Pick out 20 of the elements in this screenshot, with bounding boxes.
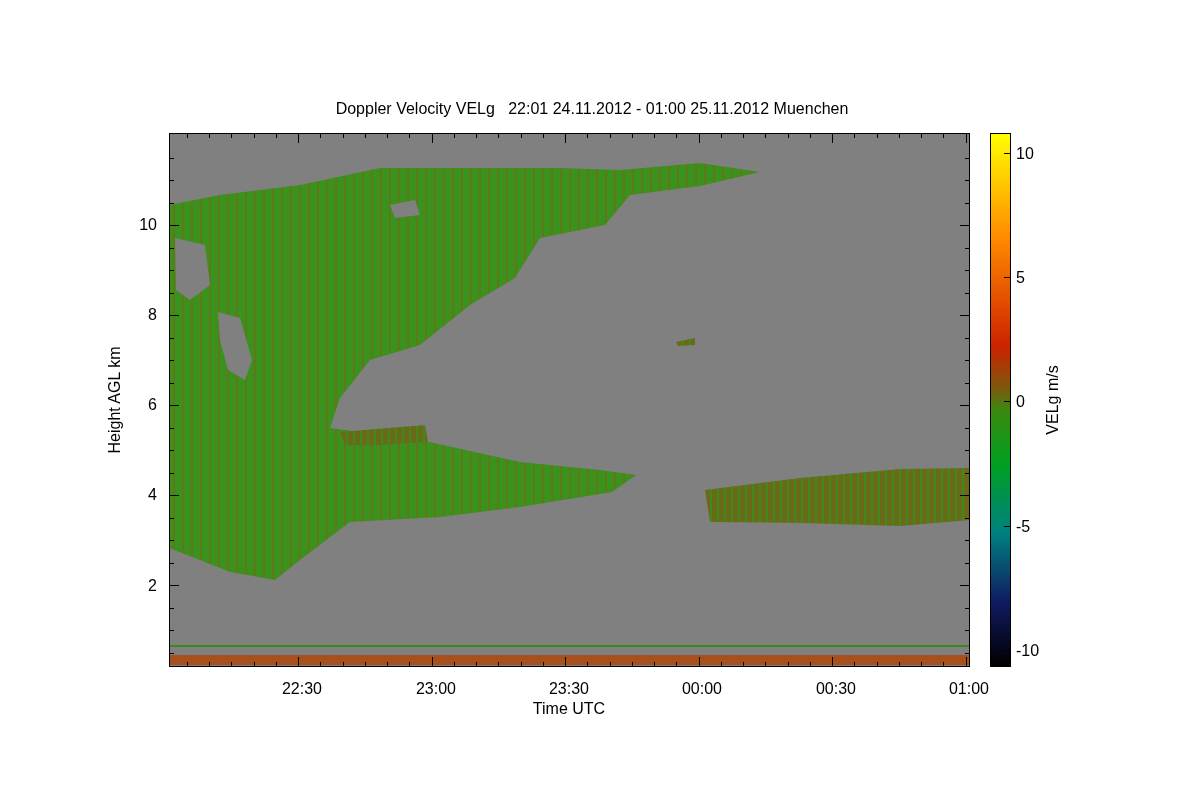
colorbar-tick-label: 5	[1016, 269, 1025, 286]
y-tick-label: 4	[148, 486, 157, 503]
y-tick-label: 10	[139, 216, 157, 233]
colorbar-tick-label: 0	[1016, 393, 1025, 410]
colorbar-tick-label: -5	[1016, 518, 1031, 535]
colorbar-label: VELg m/s	[1044, 365, 1061, 435]
x-tick-label: 00:30	[816, 680, 856, 697]
x-tick-label: 01:00	[949, 680, 989, 697]
y-tick-label: 2	[148, 577, 157, 594]
colorbar-tick-label: 10	[1016, 145, 1034, 162]
y-axis-label: Height AGL km	[106, 346, 123, 454]
x-tick-label: 23:30	[549, 680, 589, 697]
x-tick-label: 22:30	[282, 680, 322, 697]
x-tick-label: 00:00	[682, 680, 722, 697]
plot-title: Doppler Velocity VELg 22:01 24.11.2012 - 01:00 25.11.2012 Muenchen	[335, 100, 849, 117]
x-axis-label: Time UTC	[532, 700, 606, 717]
y-tick-label: 8	[148, 306, 157, 323]
x-tick-label: 23:00	[416, 680, 456, 697]
y-tick-label: 6	[148, 396, 157, 413]
colorbar-tick-label: -10	[1016, 642, 1040, 659]
